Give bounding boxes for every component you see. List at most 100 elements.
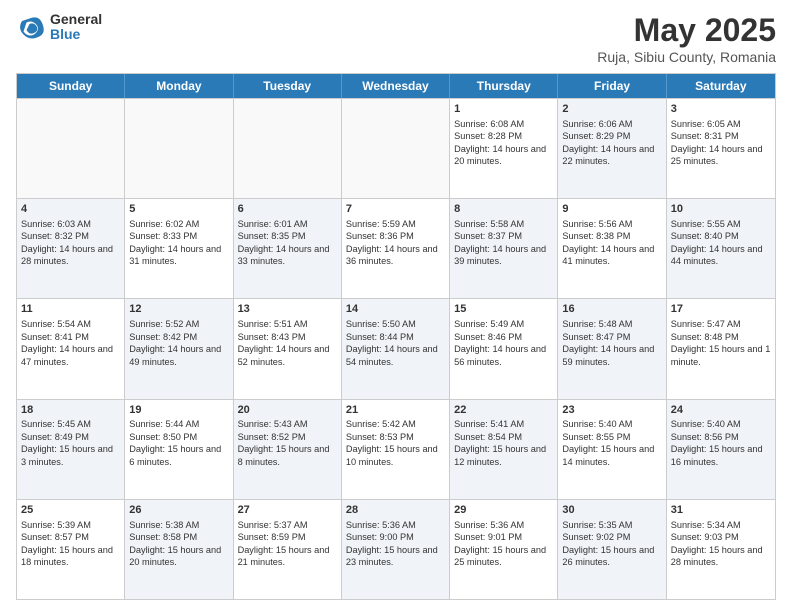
day-info: Sunrise: 5:59 AM Sunset: 8:36 PM Dayligh… — [346, 218, 445, 268]
day-number: 6 — [238, 202, 337, 217]
day-number: 17 — [671, 302, 771, 317]
day-info: Sunrise: 6:03 AM Sunset: 8:32 PM Dayligh… — [21, 218, 120, 268]
calendar-cell: 16Sunrise: 5:48 AM Sunset: 8:47 PM Dayli… — [558, 299, 666, 398]
day-info: Sunrise: 5:55 AM Sunset: 8:40 PM Dayligh… — [671, 218, 771, 268]
day-info: Sunrise: 5:44 AM Sunset: 8:50 PM Dayligh… — [129, 418, 228, 468]
calendar-cell: 30Sunrise: 5:35 AM Sunset: 9:02 PM Dayli… — [558, 500, 666, 599]
day-number: 22 — [454, 403, 553, 418]
day-number: 2 — [562, 102, 661, 117]
calendar-row-1: 1Sunrise: 6:08 AM Sunset: 8:28 PM Daylig… — [17, 98, 775, 198]
logo-blue: Blue — [50, 27, 102, 42]
day-number: 11 — [21, 302, 120, 317]
header-day-monday: Monday — [125, 74, 233, 98]
header-day-tuesday: Tuesday — [234, 74, 342, 98]
header-day-saturday: Saturday — [667, 74, 775, 98]
title-month: May 2025 — [597, 12, 776, 49]
day-info: Sunrise: 5:58 AM Sunset: 8:37 PM Dayligh… — [454, 218, 553, 268]
day-info: Sunrise: 6:01 AM Sunset: 8:35 PM Dayligh… — [238, 218, 337, 268]
day-info: Sunrise: 5:36 AM Sunset: 9:01 PM Dayligh… — [454, 519, 553, 569]
calendar-cell — [342, 99, 450, 198]
calendar-cell: 19Sunrise: 5:44 AM Sunset: 8:50 PM Dayli… — [125, 400, 233, 499]
day-number: 12 — [129, 302, 228, 317]
logo-general: General — [50, 12, 102, 27]
day-info: Sunrise: 5:36 AM Sunset: 9:00 PM Dayligh… — [346, 519, 445, 569]
calendar-cell: 29Sunrise: 5:36 AM Sunset: 9:01 PM Dayli… — [450, 500, 558, 599]
calendar-row-3: 11Sunrise: 5:54 AM Sunset: 8:41 PM Dayli… — [17, 298, 775, 398]
day-number: 16 — [562, 302, 661, 317]
calendar-cell: 5Sunrise: 6:02 AM Sunset: 8:33 PM Daylig… — [125, 199, 233, 298]
calendar-cell: 22Sunrise: 5:41 AM Sunset: 8:54 PM Dayli… — [450, 400, 558, 499]
calendar-cell: 10Sunrise: 5:55 AM Sunset: 8:40 PM Dayli… — [667, 199, 775, 298]
calendar-cell: 13Sunrise: 5:51 AM Sunset: 8:43 PM Dayli… — [234, 299, 342, 398]
calendar-cell: 23Sunrise: 5:40 AM Sunset: 8:55 PM Dayli… — [558, 400, 666, 499]
calendar-cell: 20Sunrise: 5:43 AM Sunset: 8:52 PM Dayli… — [234, 400, 342, 499]
logo: General Blue — [16, 12, 102, 43]
day-info: Sunrise: 5:40 AM Sunset: 8:55 PM Dayligh… — [562, 418, 661, 468]
day-number: 15 — [454, 302, 553, 317]
calendar-cell: 14Sunrise: 5:50 AM Sunset: 8:44 PM Dayli… — [342, 299, 450, 398]
day-info: Sunrise: 5:39 AM Sunset: 8:57 PM Dayligh… — [21, 519, 120, 569]
day-number: 5 — [129, 202, 228, 217]
calendar-cell: 8Sunrise: 5:58 AM Sunset: 8:37 PM Daylig… — [450, 199, 558, 298]
day-info: Sunrise: 5:40 AM Sunset: 8:56 PM Dayligh… — [671, 418, 771, 468]
calendar-cell: 1Sunrise: 6:08 AM Sunset: 8:28 PM Daylig… — [450, 99, 558, 198]
day-number: 9 — [562, 202, 661, 217]
day-number: 8 — [454, 202, 553, 217]
calendar-cell — [125, 99, 233, 198]
day-number: 7 — [346, 202, 445, 217]
calendar-cell: 15Sunrise: 5:49 AM Sunset: 8:46 PM Dayli… — [450, 299, 558, 398]
calendar-cell: 18Sunrise: 5:45 AM Sunset: 8:49 PM Dayli… — [17, 400, 125, 499]
header-day-sunday: Sunday — [17, 74, 125, 98]
day-number: 10 — [671, 202, 771, 217]
day-number: 23 — [562, 403, 661, 418]
calendar-row-2: 4Sunrise: 6:03 AM Sunset: 8:32 PM Daylig… — [17, 198, 775, 298]
day-info: Sunrise: 5:47 AM Sunset: 8:48 PM Dayligh… — [671, 318, 771, 368]
day-info: Sunrise: 5:38 AM Sunset: 8:58 PM Dayligh… — [129, 519, 228, 569]
day-info: Sunrise: 5:56 AM Sunset: 8:38 PM Dayligh… — [562, 218, 661, 268]
calendar-cell: 28Sunrise: 5:36 AM Sunset: 9:00 PM Dayli… — [342, 500, 450, 599]
calendar-row-5: 25Sunrise: 5:39 AM Sunset: 8:57 PM Dayli… — [17, 499, 775, 599]
calendar-cell: 11Sunrise: 5:54 AM Sunset: 8:41 PM Dayli… — [17, 299, 125, 398]
calendar-cell: 24Sunrise: 5:40 AM Sunset: 8:56 PM Dayli… — [667, 400, 775, 499]
day-number: 19 — [129, 403, 228, 418]
calendar-header: SundayMondayTuesdayWednesdayThursdayFrid… — [17, 74, 775, 98]
day-info: Sunrise: 6:02 AM Sunset: 8:33 PM Dayligh… — [129, 218, 228, 268]
calendar-cell: 4Sunrise: 6:03 AM Sunset: 8:32 PM Daylig… — [17, 199, 125, 298]
calendar-cell: 7Sunrise: 5:59 AM Sunset: 8:36 PM Daylig… — [342, 199, 450, 298]
day-info: Sunrise: 5:54 AM Sunset: 8:41 PM Dayligh… — [21, 318, 120, 368]
day-number: 30 — [562, 503, 661, 518]
day-info: Sunrise: 5:43 AM Sunset: 8:52 PM Dayligh… — [238, 418, 337, 468]
calendar-cell: 26Sunrise: 5:38 AM Sunset: 8:58 PM Dayli… — [125, 500, 233, 599]
day-number: 18 — [21, 403, 120, 418]
calendar-cell: 31Sunrise: 5:34 AM Sunset: 9:03 PM Dayli… — [667, 500, 775, 599]
day-info: Sunrise: 5:42 AM Sunset: 8:53 PM Dayligh… — [346, 418, 445, 468]
calendar-cell: 12Sunrise: 5:52 AM Sunset: 8:42 PM Dayli… — [125, 299, 233, 398]
day-info: Sunrise: 6:05 AM Sunset: 8:31 PM Dayligh… — [671, 118, 771, 168]
day-number: 3 — [671, 102, 771, 117]
day-number: 25 — [21, 503, 120, 518]
logo-icon — [16, 12, 46, 42]
calendar-cell: 2Sunrise: 6:06 AM Sunset: 8:29 PM Daylig… — [558, 99, 666, 198]
calendar-cell: 9Sunrise: 5:56 AM Sunset: 8:38 PM Daylig… — [558, 199, 666, 298]
calendar-cell: 27Sunrise: 5:37 AM Sunset: 8:59 PM Dayli… — [234, 500, 342, 599]
day-info: Sunrise: 5:35 AM Sunset: 9:02 PM Dayligh… — [562, 519, 661, 569]
day-info: Sunrise: 5:37 AM Sunset: 8:59 PM Dayligh… — [238, 519, 337, 569]
day-info: Sunrise: 5:45 AM Sunset: 8:49 PM Dayligh… — [21, 418, 120, 468]
day-info: Sunrise: 5:51 AM Sunset: 8:43 PM Dayligh… — [238, 318, 337, 368]
day-number: 28 — [346, 503, 445, 518]
calendar-cell — [17, 99, 125, 198]
header-day-wednesday: Wednesday — [342, 74, 450, 98]
header-day-thursday: Thursday — [450, 74, 558, 98]
calendar-row-4: 18Sunrise: 5:45 AM Sunset: 8:49 PM Dayli… — [17, 399, 775, 499]
day-info: Sunrise: 5:49 AM Sunset: 8:46 PM Dayligh… — [454, 318, 553, 368]
day-number: 26 — [129, 503, 228, 518]
day-number: 29 — [454, 503, 553, 518]
header-day-friday: Friday — [558, 74, 666, 98]
day-info: Sunrise: 6:08 AM Sunset: 8:28 PM Dayligh… — [454, 118, 553, 168]
calendar: SundayMondayTuesdayWednesdayThursdayFrid… — [16, 73, 776, 600]
day-number: 14 — [346, 302, 445, 317]
day-number: 24 — [671, 403, 771, 418]
day-number: 20 — [238, 403, 337, 418]
calendar-cell: 25Sunrise: 5:39 AM Sunset: 8:57 PM Dayli… — [17, 500, 125, 599]
calendar-body: 1Sunrise: 6:08 AM Sunset: 8:28 PM Daylig… — [17, 98, 775, 599]
